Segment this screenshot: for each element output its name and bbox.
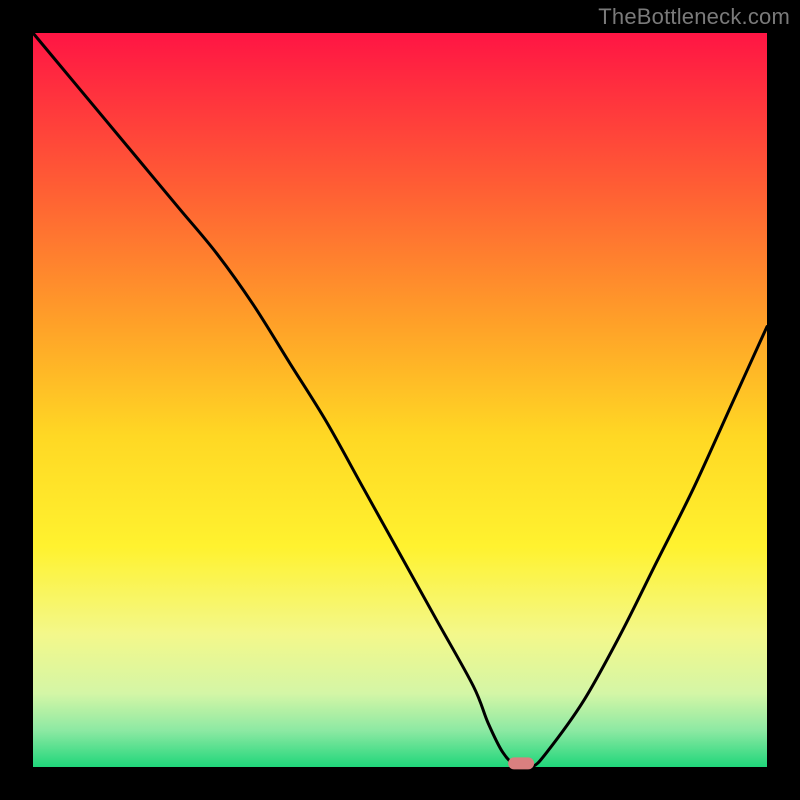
bottleneck-chart xyxy=(0,0,800,800)
plot-background xyxy=(33,33,767,767)
optimal-marker xyxy=(508,757,534,769)
chart-frame: TheBottleneck.com xyxy=(0,0,800,800)
watermark-text: TheBottleneck.com xyxy=(598,4,790,30)
